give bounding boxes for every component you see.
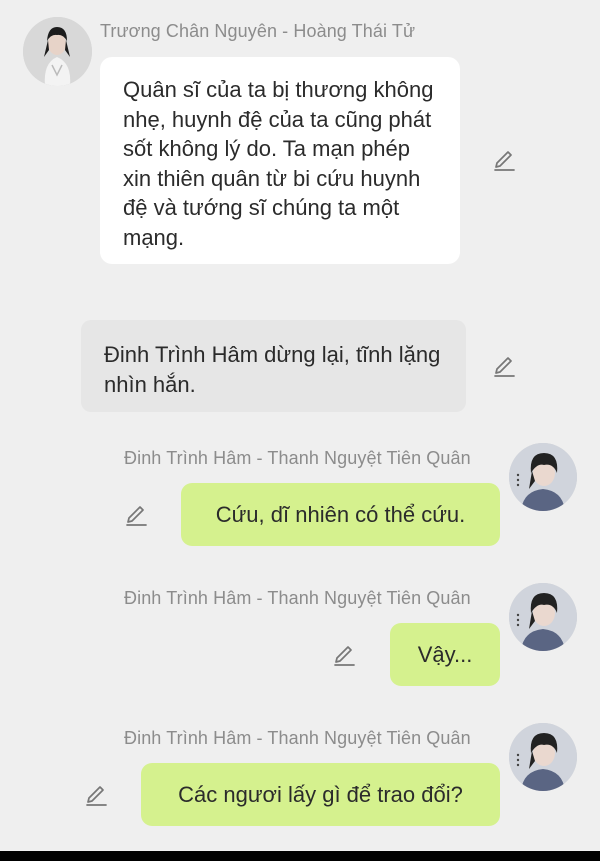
avatar[interactable] xyxy=(23,17,92,86)
message-bubble[interactable]: Cứu, dĩ nhiên có thể cứu. xyxy=(181,483,500,546)
narration-bubble[interactable]: Đinh Trình Hâm dừng lại, tĩnh lặng nhìn … xyxy=(81,320,466,412)
character-avatar-icon xyxy=(509,443,577,511)
narration-text: Đinh Trình Hâm dừng lại, tĩnh lặng nhìn … xyxy=(104,342,441,397)
pencil-edit-icon[interactable] xyxy=(332,643,356,667)
message-bubble[interactable]: Quân sĩ của ta bị thương không nhẹ, huyn… xyxy=(100,57,460,264)
message-bubble[interactable]: Vậy... xyxy=(390,623,500,686)
pencil-edit-icon[interactable] xyxy=(492,354,516,378)
avatar[interactable] xyxy=(509,723,577,791)
sender-name: Đinh Trình Hâm - Thanh Nguyệt Tiên Quân xyxy=(124,448,471,468)
message-text: Vậy... xyxy=(417,641,473,667)
pencil-edit-icon[interactable] xyxy=(492,148,516,172)
avatar[interactable] xyxy=(509,583,577,651)
sender-name: Trương Chân Nguyên - Hoàng Thái Tử xyxy=(100,21,416,41)
message-bubble[interactable]: Các ngươi lấy gì để trao đổi? xyxy=(141,763,500,826)
sender-name: Đinh Trình Hâm - Thanh Nguyệt Tiên Quân xyxy=(124,588,471,608)
character-avatar-icon xyxy=(509,583,577,651)
bottom-bar xyxy=(0,851,600,861)
character-avatar-icon xyxy=(23,17,92,86)
sender-name: Đinh Trình Hâm - Thanh Nguyệt Tiên Quân xyxy=(124,728,471,748)
message-text: Quân sĩ của ta bị thương không nhẹ, huyn… xyxy=(123,77,434,250)
message-text: Các ngươi lấy gì để trao đổi? xyxy=(178,781,463,807)
pencil-edit-icon[interactable] xyxy=(84,783,108,807)
avatar[interactable] xyxy=(509,443,577,511)
message-text: Cứu, dĩ nhiên có thể cứu. xyxy=(215,501,466,527)
pencil-edit-icon[interactable] xyxy=(124,503,148,527)
character-avatar-icon xyxy=(509,723,577,791)
